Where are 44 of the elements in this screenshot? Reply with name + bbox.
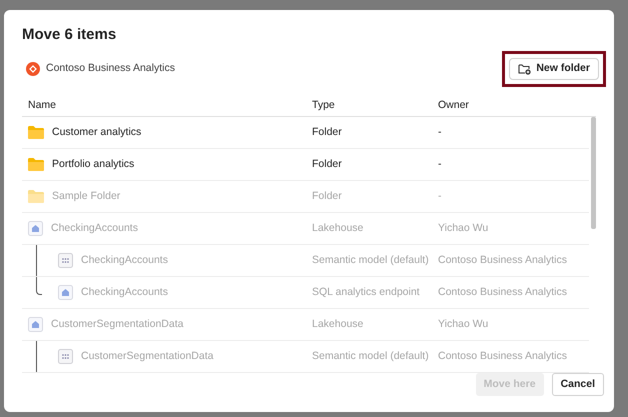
column-header: Owner [438,98,469,114]
item-name: Portfolio analytics [52,156,134,172]
item-name: CheckingAccounts [81,252,168,268]
item-owner: Yichao Wu [438,316,488,332]
workspace-name: Contoso Business Analytics [46,60,175,76]
folder-icon [28,126,44,139]
folder-icon [28,158,44,171]
item-owner: Yichao Wu [438,220,488,236]
grid-icon [58,349,73,364]
item-type: Folder [312,124,343,140]
item-owner: Contoso Business Analytics [438,284,567,300]
item-type: SQL analytics endpoint [312,284,421,300]
item-owner: Contoso Business Analytics [438,348,567,364]
item-name: CheckingAccounts [81,284,168,300]
lakehouse-icon [58,285,73,300]
item-type: Folder [312,188,343,204]
column-header: Type [312,98,336,114]
cancel-button[interactable]: Cancel [552,373,604,396]
item-owner: Contoso Business Analytics [438,252,567,268]
item-type: Folder [312,156,343,172]
item-type: Lakehouse [312,316,364,332]
table-row[interactable]: Customer analytics Folder - [22,117,589,149]
workspace-icon [26,62,40,76]
add-folder-icon [518,62,532,74]
item-owner: - [438,188,442,204]
new-folder-button[interactable]: New folder [509,58,599,80]
folder-icon [28,190,44,203]
lakehouse-icon [28,317,43,332]
item-owner: - [438,156,442,172]
item-type: Semantic model (default) [312,252,430,268]
dialog-title: Move 6 items [22,25,118,45]
scrollbar-thumb[interactable] [591,117,596,229]
item-name: CustomerSegmentationData [81,348,214,364]
item-type: Lakehouse [312,220,364,236]
item-name: CheckingAccounts [51,220,138,236]
grid-icon [58,253,73,268]
column-header: Name [28,98,58,114]
item-type: Semantic model (default) [312,348,430,364]
item-owner: - [438,124,442,140]
table-row[interactable]: Portfolio analytics Folder - [22,149,589,181]
lakehouse-icon [28,221,43,236]
item-name: CustomerSegmentationData [51,316,184,332]
item-name: Customer analytics [52,124,142,140]
item-name: Sample Folder [52,188,120,204]
